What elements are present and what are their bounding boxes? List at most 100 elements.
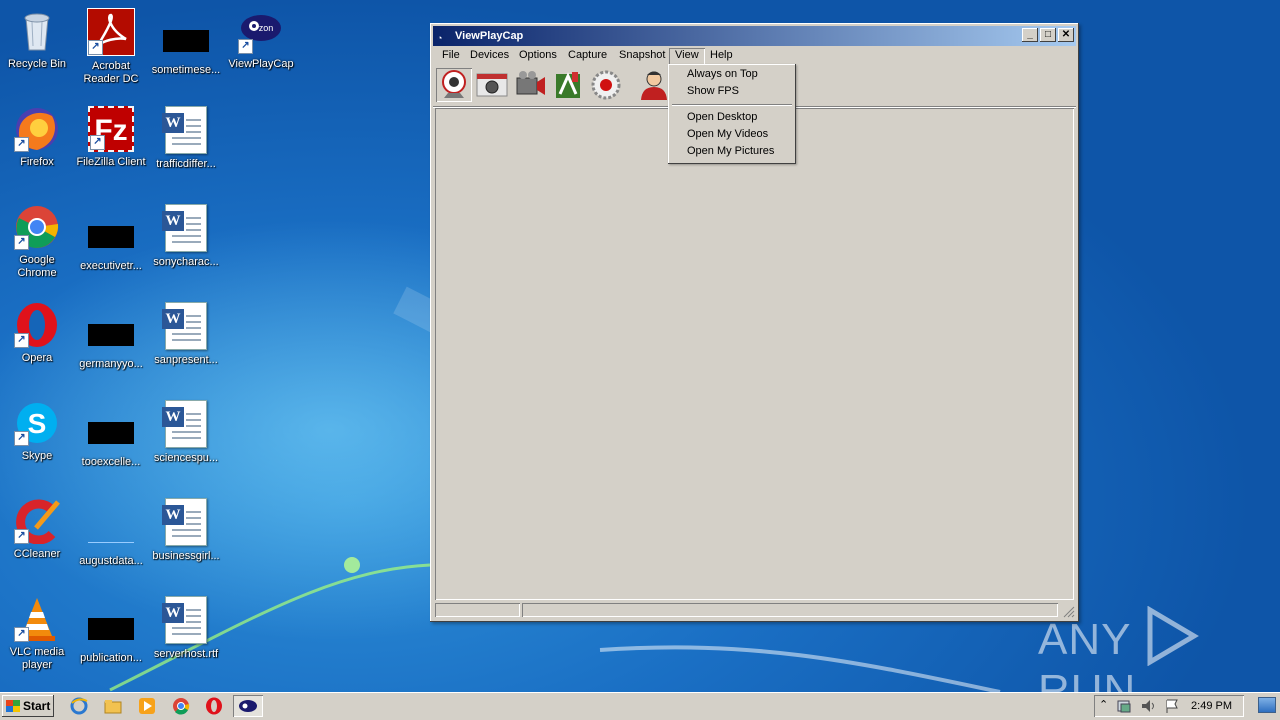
user-button[interactable]	[636, 68, 672, 102]
menu-item-open-desktop[interactable]: Open Desktop	[671, 109, 793, 126]
icon-label: tooexcelle...	[81, 456, 141, 468]
desktop-icon-file[interactable]: publication...	[74, 606, 148, 665]
menu-view[interactable]: View	[669, 48, 705, 65]
explorer-icon[interactable]	[104, 697, 122, 715]
maximize-button[interactable]: □	[1040, 28, 1056, 42]
menu-item-show-fps[interactable]: Show FPS	[671, 83, 793, 100]
ie-icon[interactable]	[70, 697, 88, 715]
shortcut-arrow-icon: ↗	[14, 431, 29, 446]
menu-item-open-my-pictures[interactable]: Open My Pictures	[671, 143, 793, 160]
desktop-icon-skype[interactable]: S ↗ Skype	[0, 400, 74, 463]
desktop-icon-ccleaner[interactable]: ↗ CCleaner	[0, 498, 74, 561]
window-titlebar[interactable]: ◔ ViewPlayCap _ □ ✕	[433, 26, 1076, 46]
word-document-icon: W	[162, 498, 207, 546]
desktop-icon-word-doc[interactable]: W businessgirl...	[149, 498, 223, 563]
icon-label: sciencespu...	[153, 452, 219, 464]
start-button[interactable]: Start	[2, 695, 54, 717]
icon-label: FileZilla Client	[76, 156, 146, 168]
vlc-icon: ↗	[14, 596, 60, 642]
shortcut-arrow-icon: ↗	[14, 235, 29, 250]
opera-icon: ↗	[14, 302, 60, 348]
icon-label: ViewPlayCap	[228, 58, 294, 70]
window-title: ViewPlayCap	[455, 30, 524, 42]
camera-icon	[476, 73, 508, 97]
icon-label: businessgirl...	[152, 550, 220, 562]
redacted-file-icon	[88, 226, 134, 248]
icon-label: Acrobat Reader DC	[83, 60, 139, 85]
desktop-icon-acrobat[interactable]: ↗ Acrobat Reader DC	[74, 8, 148, 86]
volume-icon[interactable]	[1140, 698, 1156, 714]
action-center-icon[interactable]	[1116, 698, 1132, 714]
icon-label: germanyyo...	[79, 358, 143, 370]
desktop-icon-vlc[interactable]: ↗ VLC media player	[0, 596, 74, 672]
desktop-icon-filezilla[interactable]: Fz ↗ FileZilla Client	[74, 106, 148, 169]
icon-label: augustdata...	[79, 555, 143, 567]
word-document-icon: W	[162, 106, 207, 154]
desktop-icon-recycle-bin[interactable]: Recycle Bin	[0, 8, 74, 71]
capture-button[interactable]	[512, 68, 548, 102]
desktop-icon-file[interactable]: executivetr...	[74, 214, 148, 273]
desktop-icon-word-doc[interactable]: W sciencespu...	[149, 400, 223, 465]
icon-label: Opera	[21, 352, 53, 364]
status-pane-1	[435, 603, 520, 617]
viewplaycap-taskbar-icon	[239, 700, 257, 712]
menu-file[interactable]: File	[436, 48, 466, 65]
icon-label: Firefox	[20, 156, 54, 168]
record-button[interactable]	[588, 68, 624, 102]
watermark-text-left: ANY	[1038, 615, 1131, 664]
icon-label: sanpresent...	[154, 354, 218, 366]
desktop-icon-chrome[interactable]: ↗ Google Chrome	[0, 204, 74, 280]
webcam-button[interactable]	[436, 68, 472, 102]
desktop-icon-file[interactable]: germanyyo...	[74, 312, 148, 371]
menu-help[interactable]: Help	[704, 48, 739, 65]
chrome-taskbar-icon[interactable]	[172, 697, 190, 715]
icon-label: sonycharac...	[153, 256, 219, 268]
redacted-file-icon	[88, 618, 134, 640]
taskbar-app-viewplaycap[interactable]	[233, 695, 263, 717]
firefox-icon: ↗	[14, 106, 60, 152]
desktop-icon-viewplaycap[interactable]: zon ↗ ViewPlayCap	[224, 8, 298, 71]
filezilla-icon: Fz ↗	[88, 106, 134, 152]
chrome-icon: ↗	[14, 204, 60, 250]
desktop-icon-file[interactable]: augustdata...	[74, 508, 148, 568]
play-logo-icon	[1147, 605, 1199, 667]
desktop-icon-opera[interactable]: ↗ Opera	[0, 302, 74, 365]
icon-label: CCleaner	[13, 548, 61, 560]
opera-taskbar-icon[interactable]	[205, 697, 223, 715]
media-player-icon[interactable]	[138, 697, 156, 715]
status-bar	[433, 602, 1076, 619]
icon-label: trafficdiffer...	[156, 158, 216, 170]
desktop-icon-word-doc[interactable]: W serverhost.rtf	[149, 596, 223, 661]
redacted-file-icon	[163, 30, 209, 52]
menu-capture[interactable]: Capture	[562, 48, 613, 65]
close-button[interactable]: ✕	[1058, 28, 1074, 42]
video-display-area[interactable]	[435, 108, 1074, 600]
shortcut-arrow-icon: ↗	[14, 137, 29, 152]
desktop-icon-file[interactable]: tooexcelle...	[74, 410, 148, 469]
icon-label: publication...	[80, 652, 142, 664]
desktop-icon-word-doc[interactable]: W trafficdiffer...	[149, 106, 223, 171]
menu-item-open-my-videos[interactable]: Open My Videos	[671, 126, 793, 143]
minimize-button[interactable]: _	[1022, 28, 1038, 42]
show-hidden-icons-icon[interactable]: ⌃	[1099, 698, 1108, 711]
icon-label: VLC media player	[9, 646, 65, 671]
show-desktop-button[interactable]	[1258, 697, 1276, 713]
menu-options[interactable]: Options	[513, 48, 563, 65]
taskbar: Start ⌃ 2:49 PM	[0, 692, 1280, 720]
desktop-icon-word-doc[interactable]: W sanpresent...	[149, 302, 223, 367]
flag-icon[interactable]	[1164, 698, 1180, 714]
svg-text:zon: zon	[259, 23, 274, 33]
menu-item-always-on-top[interactable]: Always on Top	[671, 66, 793, 83]
snapshot-button[interactable]	[474, 68, 510, 102]
app-icon: ◔	[437, 33, 443, 43]
menu-snapshot[interactable]: Snapshot	[613, 48, 671, 65]
desktop-icon-file[interactable]: sometimese...	[149, 18, 223, 77]
resize-grip-icon[interactable]	[1063, 606, 1075, 618]
paint-button[interactable]	[550, 68, 586, 102]
clock[interactable]: 2:49 PM	[1191, 695, 1232, 717]
status-pane-2	[522, 603, 1058, 617]
desktop-icon-firefox[interactable]: ↗ Firefox	[0, 106, 74, 169]
menu-devices[interactable]: Devices	[464, 48, 515, 65]
desktop-icon-word-doc[interactable]: W sonycharac...	[149, 204, 223, 269]
watermark-text-right: RUN	[1038, 666, 1137, 692]
